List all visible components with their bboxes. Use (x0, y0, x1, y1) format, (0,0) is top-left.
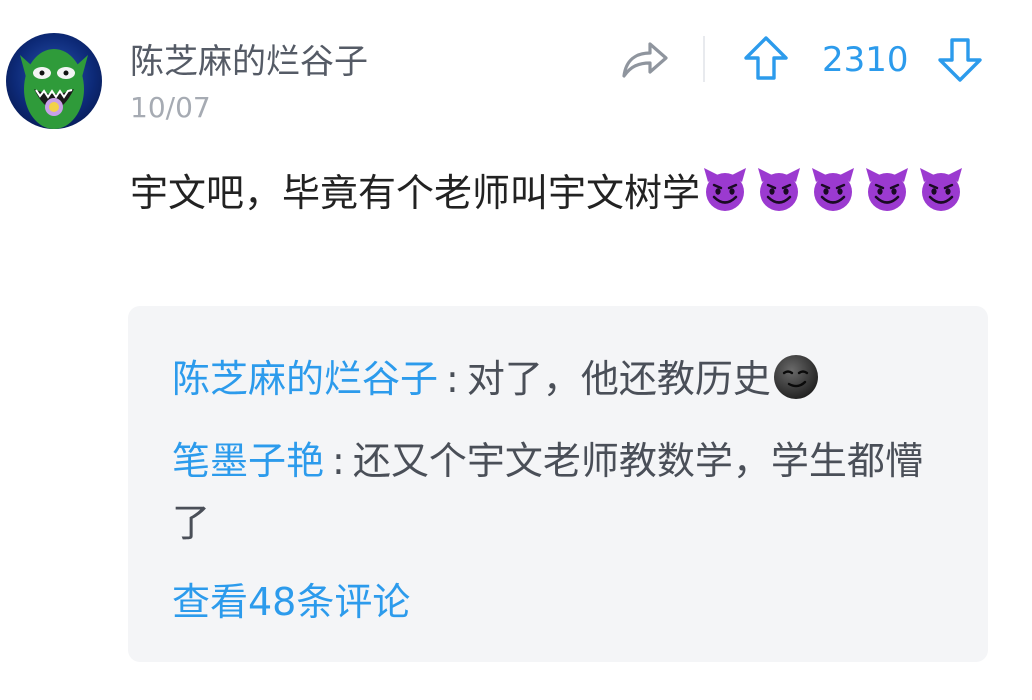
smiling-devil-emoji (866, 168, 909, 211)
post-date: 10/07 (130, 91, 211, 124)
post-body: 宇文吧，毕竟有个老师叫宇文树学 (130, 162, 990, 224)
reply-text: 对了，他还教历史 (466, 357, 771, 401)
arrow-down-icon (938, 38, 982, 82)
smiling-devil-emoji (812, 168, 855, 211)
post-body-text: 宇文吧，毕竟有个老师叫宇文树学 (130, 171, 701, 215)
arrow-up-icon (744, 36, 788, 80)
share-button[interactable] (618, 36, 672, 84)
reply-author[interactable]: 陈芝麻的烂谷子 (172, 357, 438, 401)
downvote-button[interactable] (936, 34, 984, 84)
post-actions: 2310 (618, 32, 1018, 88)
upvote-button[interactable] (742, 34, 790, 84)
share-arrow-icon (622, 42, 668, 78)
vote-count: 2310 (822, 40, 909, 80)
reply-separator: : (332, 439, 345, 483)
avatar[interactable] (6, 33, 102, 129)
reply-author[interactable]: 笔墨子艳 (172, 439, 324, 483)
replies-preview[interactable]: 陈芝麻的烂谷子: 对了，他还教历史 笔墨子艳: 还又个宇文老师教数学，学生都懵了 查… (128, 306, 988, 662)
post-author-name[interactable]: 陈芝麻的烂谷子 (130, 40, 368, 84)
actions-divider (703, 36, 705, 82)
smiling-devil-emoji (758, 168, 801, 211)
reply-item[interactable]: 笔墨子艳: 还又个宇文老师教数学，学生都懵了 (172, 430, 942, 554)
new-moon-face-emoji (773, 355, 818, 399)
smiling-devil-emoji (920, 168, 963, 211)
view-more-comments-link[interactable]: 查看48条评论 (172, 571, 410, 633)
reply-item[interactable]: 陈芝麻的烂谷子: 对了，他还教历史 (172, 348, 942, 410)
reply-separator: : (446, 357, 459, 401)
green-goblin-avatar-icon (20, 49, 88, 129)
smiling-devil-emoji (704, 168, 747, 211)
